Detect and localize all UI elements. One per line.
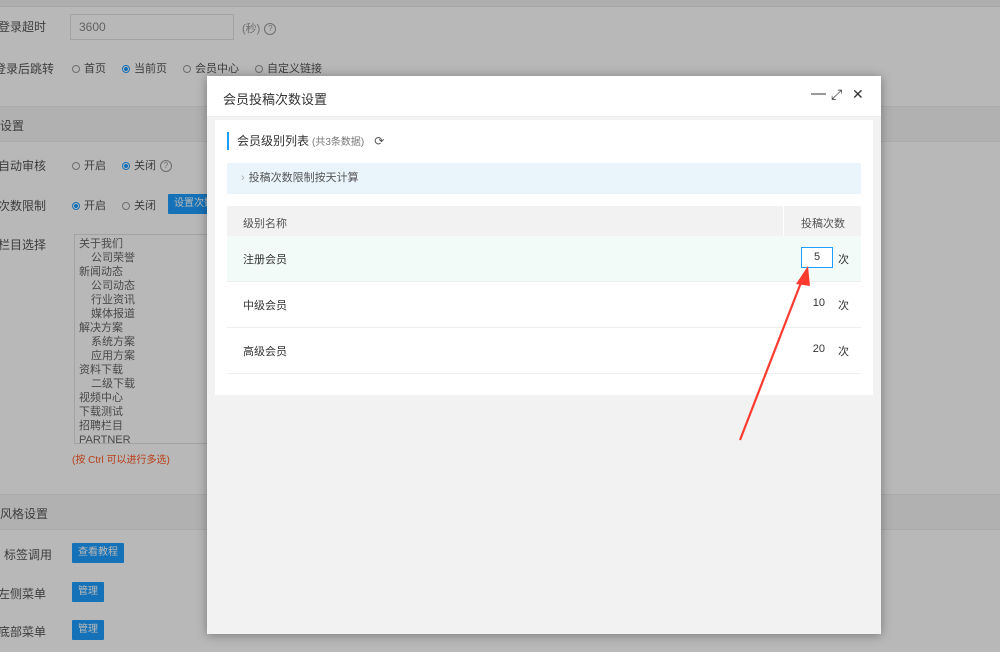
annotation-arrow-icon [738,266,810,441]
